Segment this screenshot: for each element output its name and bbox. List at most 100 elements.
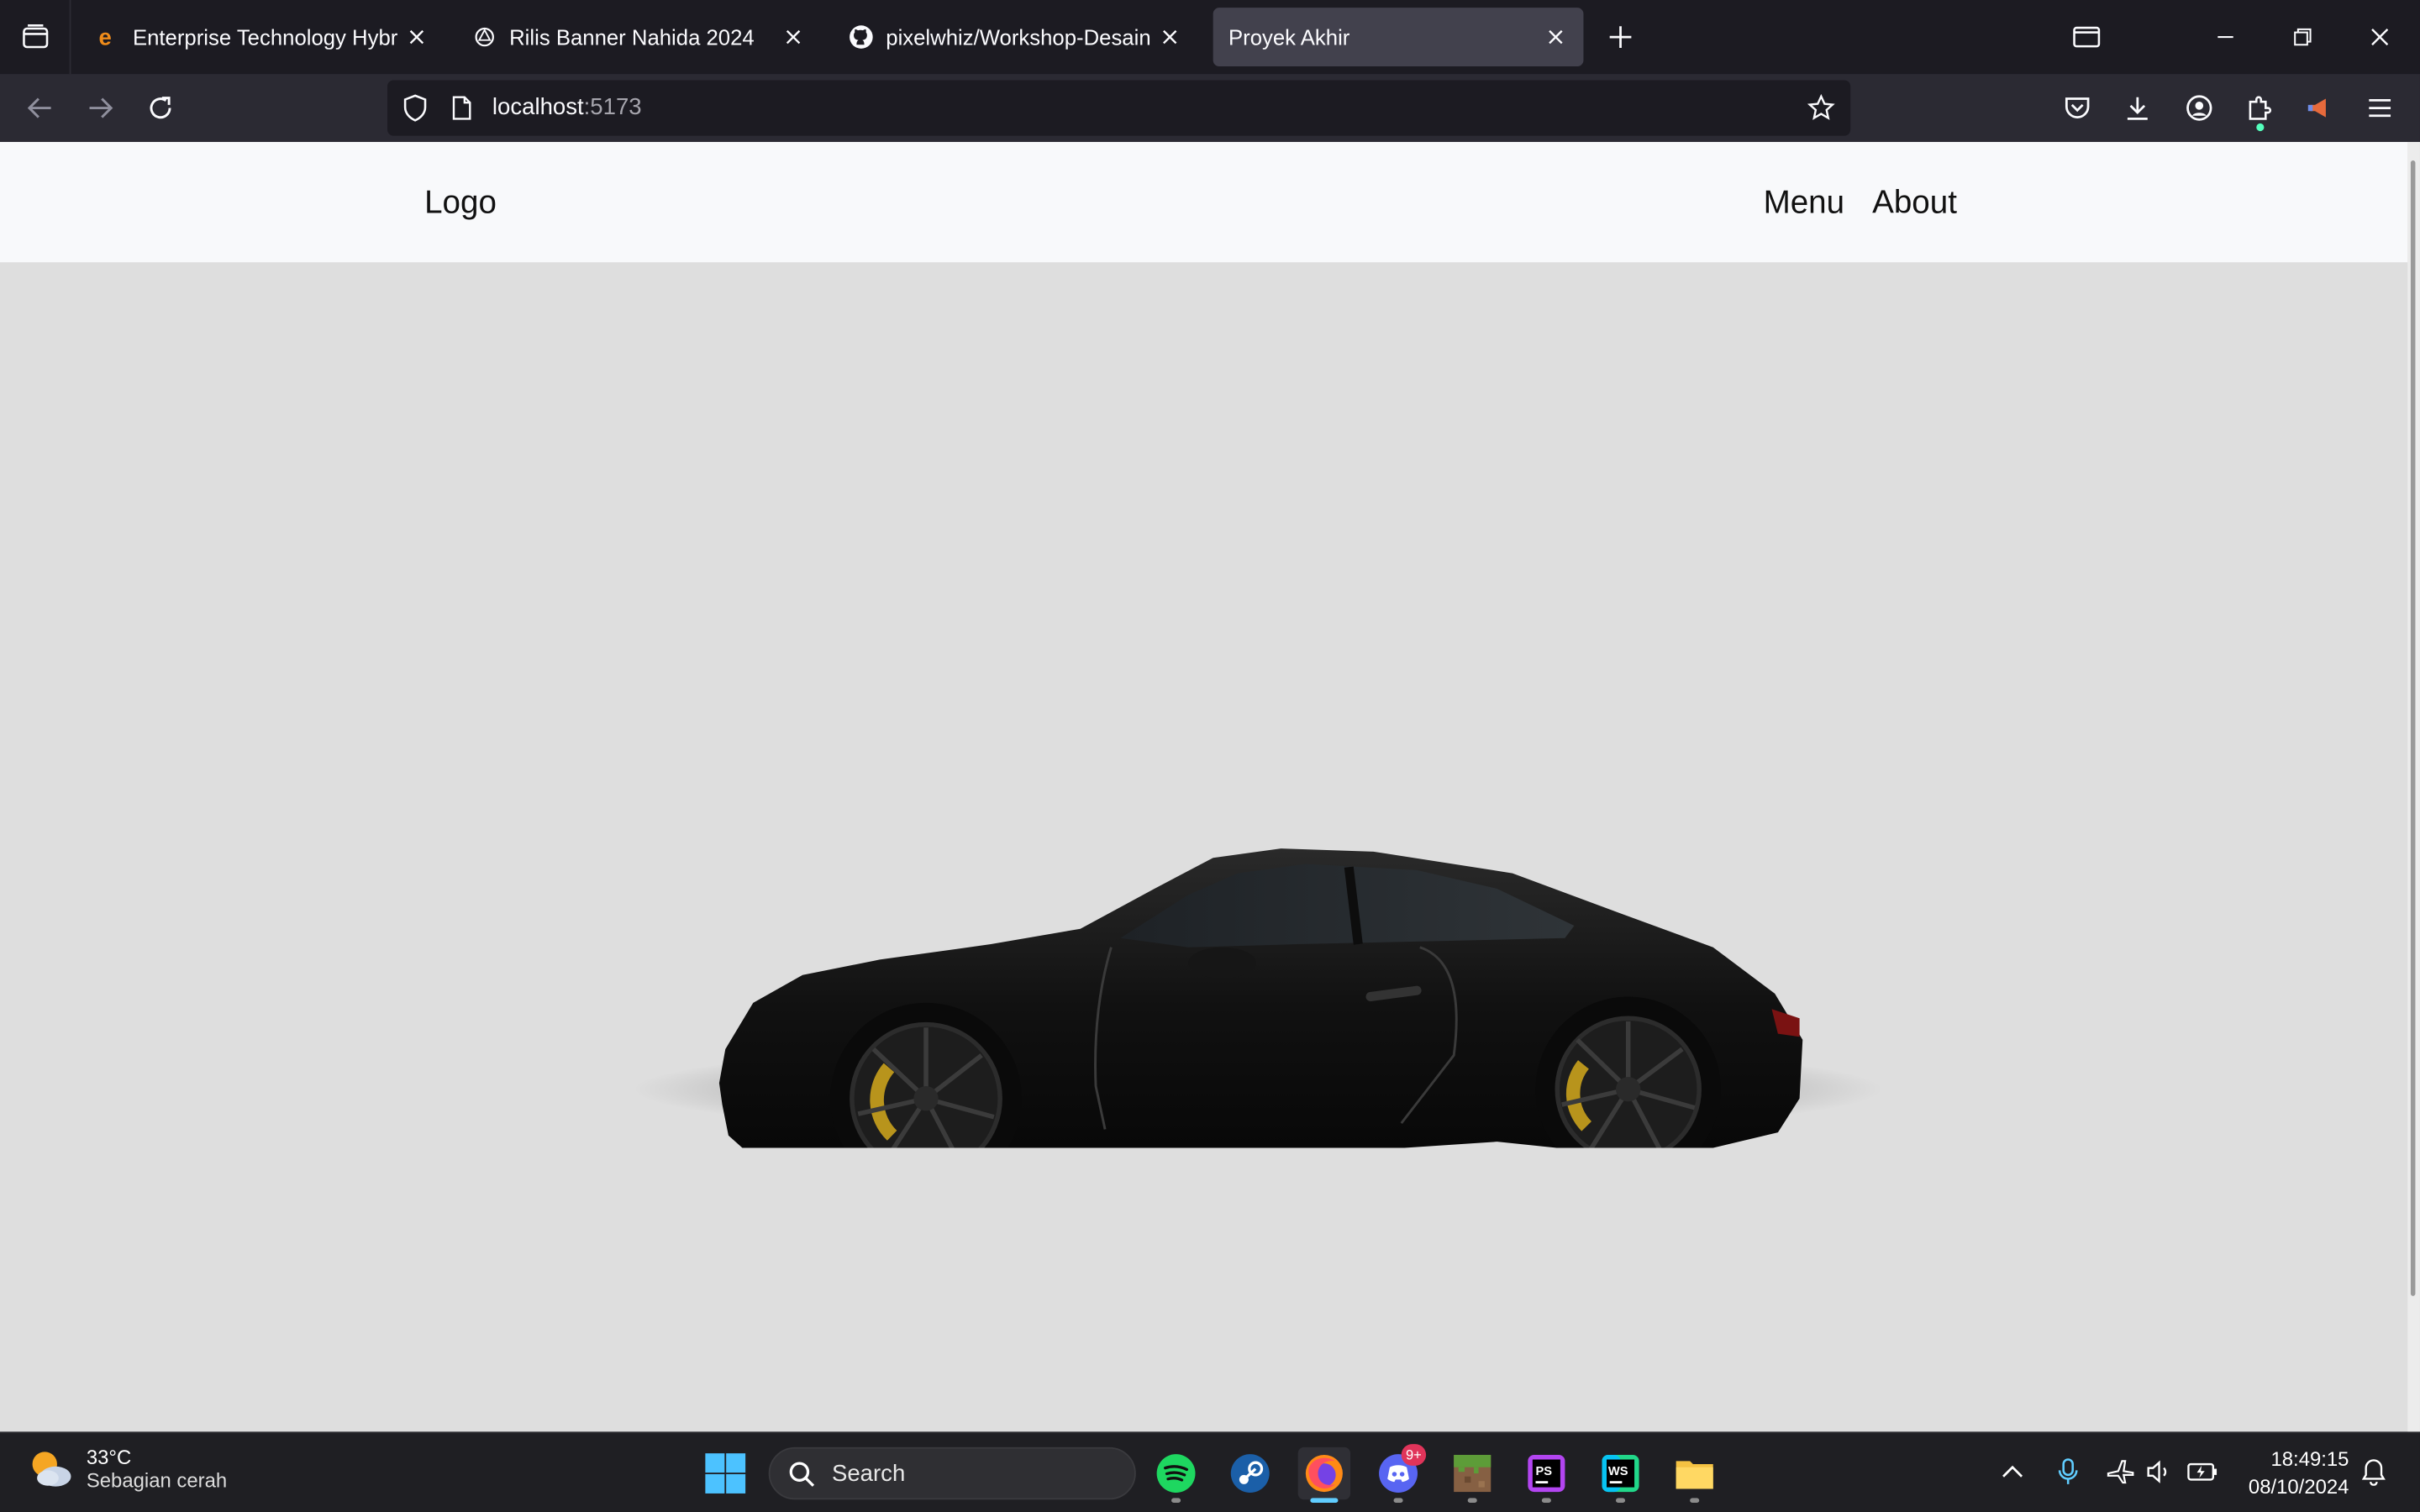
reload-button[interactable] bbox=[139, 87, 182, 129]
notifications-button[interactable] bbox=[2357, 1455, 2391, 1488]
taskbar-spotify[interactable] bbox=[1150, 1447, 1202, 1499]
puzzle-icon bbox=[2249, 96, 2272, 120]
app-running-indicator bbox=[1541, 1498, 1551, 1503]
site-nav: Menu About bbox=[1764, 185, 1957, 222]
weather-condition: Sebagian cerah bbox=[86, 1468, 228, 1493]
file-explorer-icon bbox=[1676, 1461, 1713, 1489]
url-port: :5173 bbox=[583, 94, 642, 121]
minimize-icon bbox=[2217, 35, 2233, 39]
restore-icon bbox=[2294, 28, 2312, 46]
downloads-button[interactable] bbox=[2116, 87, 2159, 129]
volume-tray[interactable] bbox=[2142, 1455, 2175, 1488]
tab-title: Rilis Banner Nahida 2024 bbox=[509, 24, 755, 50]
discord-notification-badge: 9+ bbox=[1401, 1444, 1427, 1466]
tab-overview-button[interactable] bbox=[2049, 0, 2123, 74]
back-button[interactable] bbox=[18, 87, 61, 129]
scrollbar-thumb[interactable] bbox=[2410, 160, 2416, 1296]
svg-text:e: e bbox=[99, 26, 112, 48]
taskbar-webstorm[interactable]: WS bbox=[1594, 1447, 1646, 1499]
phpstorm-icon: PS bbox=[1528, 1455, 1565, 1493]
system-clock[interactable]: 18:49:15 08/10/2024 bbox=[2249, 1446, 2349, 1501]
taskbar-firefox[interactable] bbox=[1297, 1446, 1351, 1500]
minimize-button[interactable] bbox=[2188, 0, 2262, 74]
windows-taskbar: 33°C Sebagian cerah Search 9+ PS WS 18:4… bbox=[0, 1431, 2420, 1512]
arrow-right-icon bbox=[89, 97, 113, 118]
windows-start-icon[interactable] bbox=[704, 1452, 747, 1494]
taskbar-discord[interactable]: 9+ bbox=[1372, 1444, 1427, 1499]
download-icon bbox=[2127, 97, 2148, 120]
show-hidden-icons-button[interactable] bbox=[1996, 1455, 2029, 1488]
extension-status-dot bbox=[2256, 123, 2265, 132]
bell-icon bbox=[2361, 1459, 2386, 1486]
battery-tray[interactable] bbox=[2186, 1455, 2219, 1488]
arrow-left-icon bbox=[27, 97, 51, 118]
tab-title: Enterprise Technology Hybrid C bbox=[132, 24, 398, 50]
pocket-icon bbox=[2065, 97, 2090, 118]
app-running-indicator bbox=[1171, 1498, 1181, 1503]
close-icon bbox=[2371, 29, 2389, 46]
taskbar-search[interactable]: Search bbox=[768, 1446, 1136, 1500]
tab-title: Proyek Akhir bbox=[1228, 24, 1350, 50]
door-handle bbox=[1365, 985, 1422, 1002]
taskbar-minecraft[interactable] bbox=[1446, 1447, 1498, 1499]
tab-proyek-akhir[interactable]: Proyek Akhir bbox=[1213, 8, 1584, 66]
app-menu-button[interactable] bbox=[2358, 87, 2401, 129]
microphone-tray[interactable] bbox=[2051, 1455, 2085, 1488]
clock-date: 08/10/2024 bbox=[2248, 1474, 2349, 1499]
weather-widget[interactable]: 33°C Sebagian cerah bbox=[28, 1446, 227, 1492]
steam-icon bbox=[1230, 1454, 1270, 1494]
extension-button[interactable] bbox=[2298, 87, 2341, 129]
tab-list-button[interactable] bbox=[0, 0, 71, 75]
shield-icon[interactable] bbox=[402, 94, 429, 122]
partly-sunny-icon bbox=[32, 1452, 71, 1487]
app-running-indicator bbox=[1690, 1498, 1700, 1503]
tab-rilis-banner[interactable]: Rilis Banner Nahida 2024 bbox=[457, 8, 821, 66]
reload-icon bbox=[150, 97, 171, 119]
airplane-icon bbox=[2107, 1460, 2134, 1484]
svg-text:WS: WS bbox=[1608, 1465, 1628, 1478]
car-3d-model[interactable] bbox=[633, 747, 1898, 1148]
account-button[interactable] bbox=[2178, 87, 2221, 129]
url-text[interactable]: localhost:5173 bbox=[492, 94, 642, 120]
search-label: Search bbox=[831, 1461, 906, 1488]
spotify-icon bbox=[1156, 1454, 1196, 1494]
airplane-mode-tray[interactable] bbox=[2103, 1455, 2137, 1488]
svg-text:PS: PS bbox=[1536, 1465, 1553, 1478]
bookmark-star-icon[interactable] bbox=[1807, 94, 1835, 122]
pocket-button[interactable] bbox=[2055, 87, 2098, 129]
close-tab-icon[interactable] bbox=[781, 24, 805, 49]
close-tab-icon[interactable] bbox=[1544, 24, 1568, 49]
app-running-indicator bbox=[1616, 1498, 1626, 1503]
restore-button[interactable] bbox=[2265, 0, 2339, 74]
search-icon bbox=[789, 1462, 815, 1487]
site-logo[interactable]: Logo bbox=[424, 185, 497, 222]
chevron-up-icon bbox=[2002, 1465, 2023, 1478]
taskbar-phpstorm[interactable]: PS bbox=[1520, 1447, 1572, 1499]
tab-list-icon bbox=[22, 24, 48, 49]
forward-button[interactable] bbox=[79, 87, 122, 129]
extension-megaphone-icon bbox=[2307, 98, 2326, 118]
battery-charging-icon bbox=[2187, 1462, 2217, 1481]
page-scrollbar[interactable] bbox=[2407, 141, 2420, 1432]
close-window-button[interactable] bbox=[2343, 0, 2417, 74]
close-tab-icon[interactable] bbox=[404, 24, 429, 49]
taskbar-steam[interactable] bbox=[1224, 1447, 1276, 1499]
speaker-icon bbox=[2147, 1460, 2167, 1483]
firefox-icon bbox=[1305, 1455, 1343, 1493]
taskbar-file-explorer[interactable] bbox=[1668, 1447, 1720, 1499]
page-icon[interactable] bbox=[448, 94, 476, 122]
close-tab-icon[interactable] bbox=[1158, 24, 1182, 49]
nav-link-about[interactable]: About bbox=[1872, 185, 1957, 222]
new-tab-button[interactable] bbox=[1602, 18, 1639, 55]
minecraft-icon bbox=[1454, 1455, 1491, 1493]
address-bar[interactable]: localhost:5173 bbox=[387, 80, 1851, 136]
tab-strip: e Enterprise Technology Hybrid C Rilis B… bbox=[0, 0, 2420, 75]
openai-icon bbox=[472, 24, 497, 49]
window-icon bbox=[2073, 26, 2101, 48]
tab-title: pixelwhiz/Workshop-Desain-We bbox=[886, 24, 1151, 50]
tab-github-workshop[interactable]: pixelwhiz/Workshop-Desain-We bbox=[834, 8, 1197, 66]
tab-enterprise-technology[interactable]: e Enterprise Technology Hybrid C bbox=[81, 8, 445, 66]
extensions-button[interactable] bbox=[2238, 87, 2281, 132]
nav-link-menu[interactable]: Menu bbox=[1764, 185, 1844, 222]
url-host: localhost bbox=[492, 94, 584, 121]
